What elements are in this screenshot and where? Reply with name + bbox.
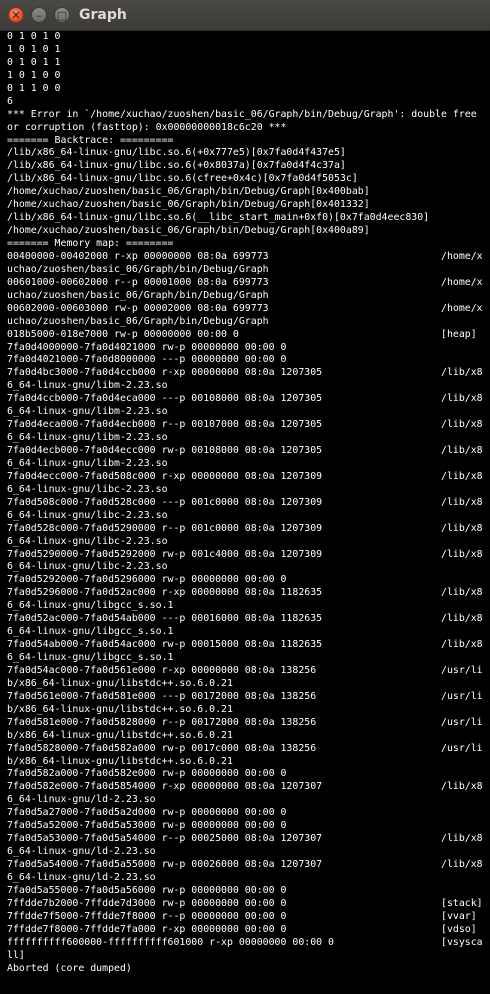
- terminal-line: b/x86_64-linux-gnu/libstdc++.so.6.0.21: [7, 703, 233, 715]
- terminal-line: 6_64-linux-gnu/libgcc_s.so.1: [7, 600, 174, 612]
- terminal-line: 7fa0d5a53000-7fa0d5a54000 r--p 00025000 …: [7, 833, 483, 845]
- terminal-line: 7fa0d54ac000-7fa0d561e000 r-xp 00000000 …: [7, 664, 483, 676]
- terminal-line: 7fa0d4bc3000-7fa0d4ccb000 r-xp 00000000 …: [7, 367, 483, 379]
- terminal-line: 00601000-00602000 r--p 00001000 08:0a 69…: [7, 276, 483, 288]
- terminal-line: uchao/zuoshen/basic_06/Graph/bin/Debug/G…: [7, 289, 269, 301]
- terminal-line: 7fa0d4eca000-7fa0d4ecb000 r--p 00107000 …: [7, 419, 483, 431]
- terminal-line: 7fa0d582e000-7fa0d5854000 r-xp 00000000 …: [7, 781, 483, 793]
- terminal-line: 1 0 1 0 1: [7, 43, 61, 55]
- close-icon: ✕: [11, 8, 21, 22]
- terminal-line: 6_64-linux-gnu/libc-2.23.so: [7, 561, 168, 573]
- terminal-line: 7fa0d52ac000-7fa0d54ab000 ---p 00016000 …: [7, 613, 483, 625]
- maximize-icon: □: [56, 8, 68, 22]
- terminal-line: b/x86_64-linux-gnu/libstdc++.so.6.0.21: [7, 677, 233, 689]
- terminal-line: uchao/zuoshen/basic_06/Graph/bin/Debug/G…: [7, 315, 269, 327]
- terminal-line: 7fa0d508c000-7fa0d528c000 ---p 001c0000 …: [7, 496, 483, 508]
- terminal-line: 6_64-linux-gnu/libc-2.23.so: [7, 509, 168, 521]
- terminal-output[interactable]: 0 1 0 1 01 0 1 0 10 1 0 1 11 0 1 0 00 1 …: [0, 31, 490, 994]
- maximize-button[interactable]: □: [54, 7, 70, 23]
- terminal-line: /lib/x86_64-linux-gnu/libc.so.6(+0x8037a…: [7, 160, 346, 172]
- terminal-line: uchao/zuoshen/basic_06/Graph/bin/Debug/G…: [7, 263, 269, 275]
- terminal-line: 7ffdde7f8000-7ffdde7fa000 r-xp 00000000 …: [7, 923, 477, 935]
- terminal-window: ✕ – □ Graph 0 1 0 1 01 0 1 0 10 1 0 1 11…: [0, 0, 490, 994]
- terminal-line: 7fa0d5a52000-7fa0d5a53000 rw-p 00000000 …: [7, 820, 287, 832]
- terminal-line: 6_64-linux-gnu/libgcc_s.so.1: [7, 652, 174, 663]
- terminal-line: 7fa0d5290000-7fa0d5292000 rw-p 001c4000 …: [7, 548, 483, 560]
- terminal-line: 7fa0d4000000-7fa0d4021000 rw-p 00000000 …: [7, 341, 287, 353]
- terminal-line: 7fa0d582a000-7fa0d582e000 rw-p 00000000 …: [7, 768, 287, 780]
- terminal-line: ======= Memory map: ========: [7, 238, 174, 249]
- terminal-line: /lib/x86_64-linux-gnu/libc.so.6(cfree+0x…: [7, 173, 358, 185]
- terminal-line: *** Error in `/home/xuchao/zuoshen/basic…: [7, 108, 477, 120]
- terminal-line: 6_64-linux-gnu/libm-2.23.so: [7, 432, 168, 444]
- terminal-line: 018b5000-018e7000 rw-p 00000000 00:00 0 …: [7, 328, 477, 340]
- terminal-line: ffffffffff600000-ffffffffff601000 r-xp 0…: [7, 936, 483, 948]
- terminal-line: or corruption (fasttop): 0x00000000018c6…: [7, 121, 287, 133]
- terminal-line: 7fa0d5828000-7fa0d582a000 rw-p 0017c000 …: [7, 742, 483, 754]
- terminal-line: 7ffdde7b2000-7ffdde7d3000 rw-p 00000000 …: [7, 897, 483, 909]
- window-title: Graph: [79, 7, 127, 23]
- terminal-line: 7fa0d5292000-7fa0d5296000 rw-p 00000000 …: [7, 574, 287, 586]
- terminal-line: 7fa0d5a55000-7fa0d5a56000 rw-p 00000000 …: [7, 884, 287, 896]
- terminal-line: 7fa0d528c000-7fa0d5290000 r--p 001c0000 …: [7, 522, 483, 534]
- terminal-line: b/x86_64-linux-gnu/libstdc++.so.6.0.21: [7, 729, 233, 741]
- terminal-line: 7fa0d4ecb000-7fa0d4ecc000 rw-p 00108000 …: [7, 445, 483, 456]
- terminal-line: ll]: [7, 949, 25, 961]
- terminal-line: 7fa0d5a54000-7fa0d5a55000 rw-p 00026000 …: [7, 859, 483, 870]
- terminal-line: 7fa0d5296000-7fa0d52ac000 r-xp 00000000 …: [7, 587, 483, 599]
- terminal-line: 7fa0d54ab000-7fa0d54ac000 rw-p 00015000 …: [7, 639, 483, 651]
- terminal-line: /lib/x86_64-linux-gnu/libc.so.6(+0x777e5…: [7, 147, 346, 159]
- terminal-line: 7fa0d561e000-7fa0d581e000 ---p 00172000 …: [7, 690, 483, 702]
- terminal-line: /lib/x86_64-linux-gnu/libc.so.6(__libc_s…: [7, 212, 430, 224]
- terminal-line: /home/xuchao/zuoshen/basic_06/Graph/bin/…: [7, 186, 370, 198]
- close-button[interactable]: ✕: [8, 7, 24, 23]
- terminal-line: 7fa0d4021000-7fa0d8000000 ---p 00000000 …: [7, 354, 287, 366]
- terminal-line: 7fa0d581e000-7fa0d5828000 r--p 00172000 …: [7, 716, 483, 728]
- terminal-line: 0 1 0 1 1: [7, 56, 61, 68]
- terminal-line: 6_64-linux-gnu/libm-2.23.so: [7, 457, 168, 469]
- terminal-line: 7ffdde7f5000-7ffdde7f8000 r--p 00000000 …: [7, 910, 477, 922]
- terminal-line: 6_64-linux-gnu/ld-2.23.so: [7, 846, 156, 858]
- terminal-line: 7fa0d5a27000-7fa0d5a2d000 rw-p 00000000 …: [7, 807, 287, 819]
- terminal-line: 6: [7, 95, 13, 107]
- terminal-line: 6_64-linux-gnu/libgcc_s.so.1: [7, 626, 174, 638]
- terminal-line: 6_64-linux-gnu/ld-2.23.so: [7, 871, 156, 883]
- terminal-line: ======= Backtrace: =========: [7, 134, 174, 146]
- terminal-line: b/x86_64-linux-gnu/libstdc++.so.6.0.21: [7, 755, 233, 767]
- terminal-line: 1 0 1 0 0: [7, 69, 61, 81]
- minimize-button[interactable]: –: [31, 7, 47, 23]
- terminal-line: 7fa0d4ccb000-7fa0d4eca000 ---p 00108000 …: [7, 393, 483, 405]
- terminal-line: 6_64-linux-gnu/libm-2.23.so: [7, 406, 168, 418]
- terminal-line: 6_64-linux-gnu/libc-2.23.so: [7, 535, 168, 547]
- terminal-lines: 0 1 0 1 01 0 1 0 10 1 0 1 11 0 1 0 00 1 …: [0, 31, 490, 975]
- terminal-line: 6_64-linux-gnu/libc-2.23.so: [7, 483, 168, 495]
- title-bar[interactable]: ✕ – □ Graph: [0, 0, 490, 31]
- terminal-line: 0 1 0 1 0: [7, 31, 61, 42]
- minimize-icon: –: [36, 8, 42, 22]
- terminal-line: /home/xuchao/zuoshen/basic_06/Graph/bin/…: [7, 199, 370, 211]
- terminal-line: 7fa0d4ecc000-7fa0d508c000 r-xp 00000000 …: [7, 470, 483, 482]
- terminal-line: 00400000-00402000 r-xp 00000000 08:0a 69…: [7, 250, 483, 262]
- terminal-line: /home/xuchao/zuoshen/basic_06/Graph/bin/…: [7, 225, 370, 237]
- terminal-line: 0 1 1 0 0: [7, 82, 61, 94]
- terminal-line: 6_64-linux-gnu/ld-2.23.so: [7, 794, 156, 806]
- terminal-line: 6_64-linux-gnu/libm-2.23.so: [7, 380, 168, 392]
- terminal-line: 00602000-00603000 rw-p 00002000 08:0a 69…: [7, 302, 483, 314]
- terminal-line: Aborted (core dumped): [7, 962, 132, 974]
